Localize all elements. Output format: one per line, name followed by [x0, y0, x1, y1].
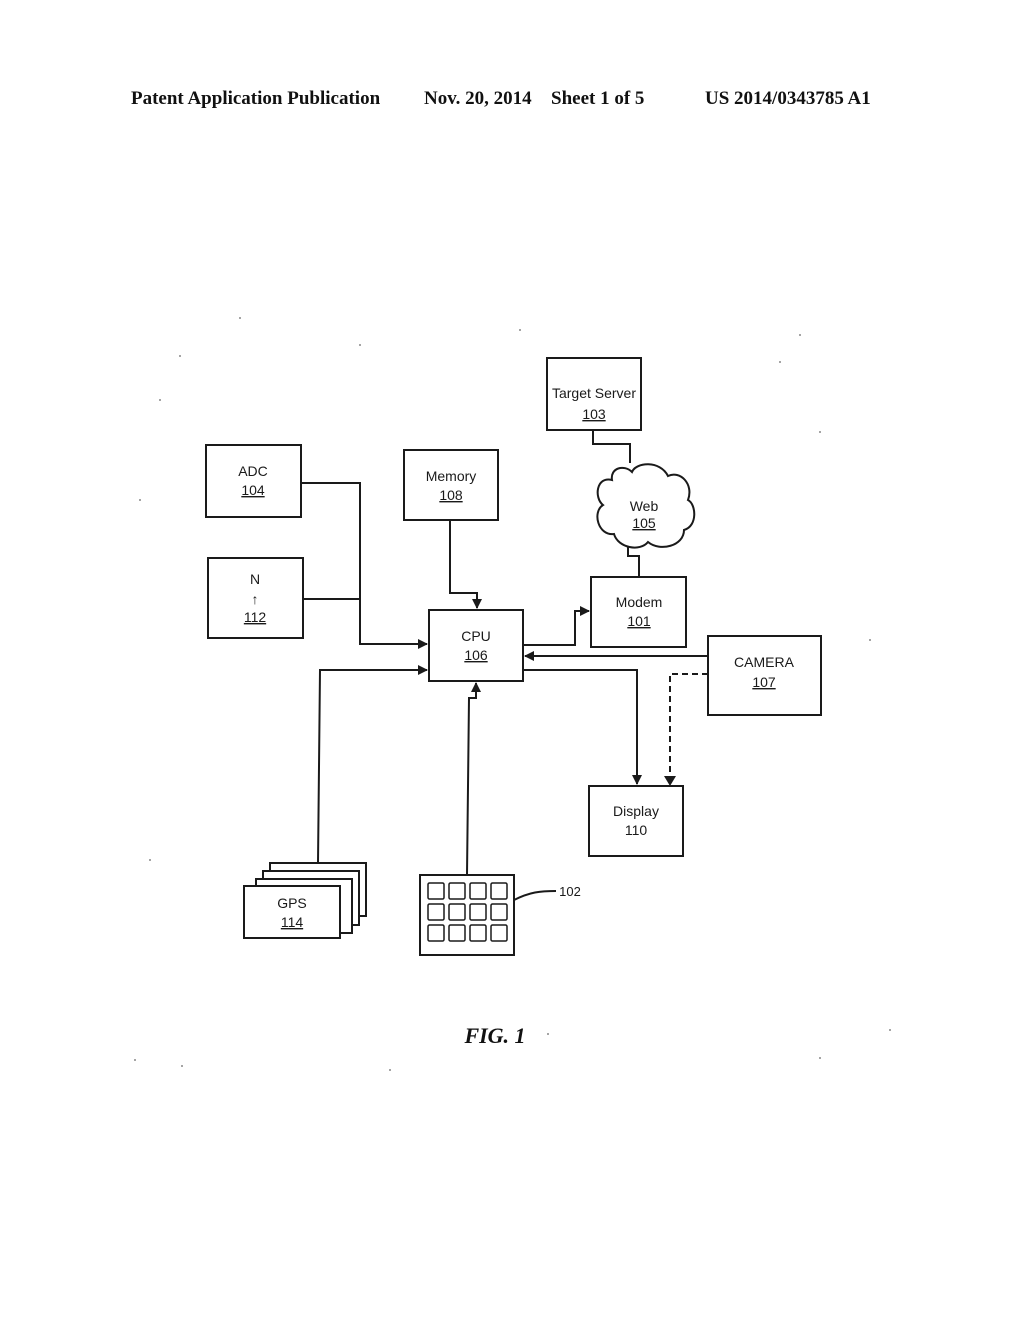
- target-server-ref: 103: [582, 406, 606, 422]
- modem-block: Modem 101: [590, 576, 687, 648]
- keypad-ref: 102: [559, 884, 581, 899]
- camera-label: CAMERA: [734, 654, 795, 670]
- cpu-ref: 106: [464, 647, 488, 663]
- block-diagram: Target Server 103 Web 105 ADC 104 N ↑ 11…: [134, 317, 891, 1071]
- compass-block: N ↑ 112: [207, 557, 304, 639]
- compass-ref: 112: [244, 609, 267, 625]
- keypad-key: [490, 924, 508, 942]
- memory-block: Memory 108: [403, 449, 499, 521]
- display-block: Display 110: [588, 785, 684, 857]
- web-label: Web: [630, 498, 659, 514]
- wire-cpu-modem: [523, 606, 590, 646]
- keypad-key: [490, 882, 508, 900]
- keypad-key: [448, 924, 466, 942]
- adc-ref: 104: [241, 482, 265, 498]
- keypad-key: [469, 882, 487, 900]
- target-server-label: Target Server: [552, 385, 636, 401]
- web-cloud-block: Web 105: [596, 463, 696, 549]
- keypad-key: [427, 903, 445, 921]
- memory-ref: 108: [439, 487, 463, 503]
- figure-caption: FIG. 1: [463, 1023, 525, 1048]
- gps-ref: 114: [281, 914, 304, 930]
- camera-block: CAMERA 107: [707, 635, 822, 716]
- wire-gps-cpu: [317, 665, 428, 864]
- adc-label: ADC: [238, 463, 268, 479]
- keypad-key: [448, 903, 466, 921]
- modem-ref: 101: [627, 613, 651, 629]
- keypad-key: [490, 903, 508, 921]
- wire-camera-display-dashed: [669, 673, 708, 782]
- modem-label: Modem: [616, 594, 663, 610]
- compass-label: N: [250, 571, 260, 587]
- north-arrow-icon: ↑: [252, 591, 259, 607]
- cpu-label: CPU: [461, 628, 491, 644]
- gps-block: GPS 114: [243, 862, 367, 939]
- keypad-key: [427, 882, 445, 900]
- display-label: Display: [613, 803, 659, 819]
- wire-web-modem: [627, 546, 640, 577]
- wire-server-web: [592, 430, 631, 463]
- wire-keypad-cpu: [466, 682, 481, 876]
- cpu-block: CPU 106: [428, 609, 524, 682]
- wire-cpu-display: [523, 669, 642, 785]
- web-ref: 105: [632, 515, 656, 531]
- camera-ref: 107: [752, 674, 776, 690]
- keypad-block: [419, 874, 515, 956]
- dashed-arrowhead: [664, 776, 676, 786]
- adc-block: ADC 104: [205, 444, 302, 518]
- wire-memory-cpu: [449, 520, 482, 609]
- keypad-key: [448, 882, 466, 900]
- target-server-block: Target Server 103: [546, 357, 642, 431]
- display-ref: 110: [625, 822, 648, 838]
- keypad-key: [427, 924, 445, 942]
- keypad-key: [469, 924, 487, 942]
- keypad-leader-line: [513, 890, 557, 901]
- keypad-key: [469, 903, 487, 921]
- memory-label: Memory: [426, 468, 477, 484]
- gps-label: GPS: [277, 895, 307, 911]
